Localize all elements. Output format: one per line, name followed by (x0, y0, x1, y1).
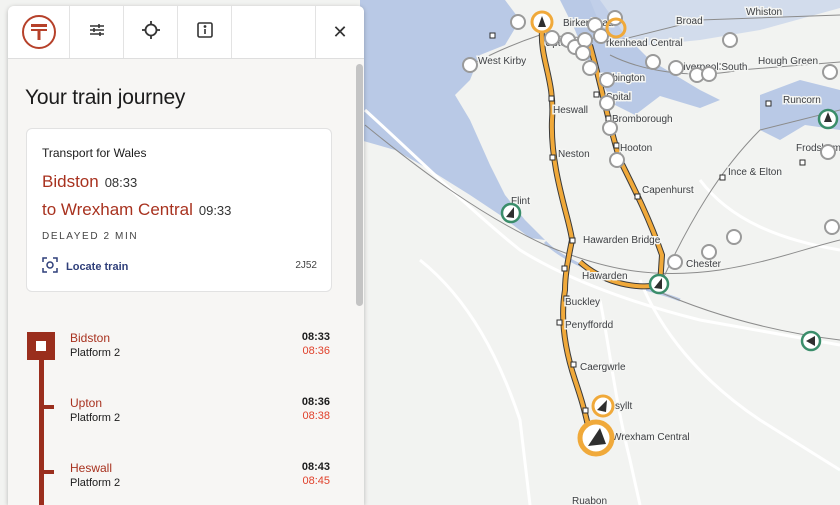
stop-scheduled-time: 08:33 (301, 331, 330, 343)
map-label-caergwrle: Caergwrle (580, 362, 626, 373)
filters-button[interactable] (70, 6, 124, 58)
map-label-whiston: Whiston (746, 7, 782, 18)
stops-timeline: Bidston Platform 2 08:33 08:36 Upton Pla… (8, 306, 358, 505)
map-label-gwersyllt: syllt (615, 401, 632, 412)
map-label-heswall: Heswall (553, 105, 588, 116)
stop-platform: Platform 2 (70, 347, 121, 359)
map-label-broad-green: Broad (676, 16, 703, 27)
destination-station: to Wrexham Central (42, 200, 193, 219)
stop-name: Bidston (70, 331, 111, 345)
map-label-hooton: Hooton (620, 143, 652, 154)
toolbar-spacer (232, 6, 316, 58)
train-code: 2J52 (295, 260, 317, 271)
map-label-hawarden-bridge: Hawarden Bridge (583, 235, 661, 246)
stop-tick (44, 405, 54, 409)
stop-expected-time: 08:45 (302, 475, 330, 487)
info-icon (196, 21, 213, 43)
map-label-hough-green: Hough Green (758, 56, 818, 67)
origin-stop-marker (27, 332, 55, 360)
locate-me-button[interactable] (124, 6, 178, 58)
stop-scheduled-time: 08:36 (301, 396, 330, 408)
destination-time: 09:33 (198, 203, 232, 218)
map-label-neston: Neston (558, 149, 590, 160)
stop-name: Heswall (70, 461, 113, 475)
locate-target-icon (42, 257, 58, 276)
gwersyllt-marker[interactable] (591, 394, 615, 418)
delay-status: DELAYED 2 MIN (42, 231, 139, 242)
journey-summary-card: Transport for Wales Bidston 08:33 to Wrex… (26, 128, 332, 292)
origin-row: Bidston 08:33 (42, 172, 137, 192)
stop-expected-time: 08:38 (302, 410, 330, 422)
stop-platform: Platform 2 (70, 412, 121, 424)
map-label-bromborough: Bromborough (612, 114, 673, 125)
close-icon: ✕ (332, 21, 348, 42)
map-label-ruabon: Ruabon (572, 496, 607, 505)
map-label-ince-elton: Ince & Elton (728, 167, 782, 178)
map-label-west-kirby: West Kirby (478, 56, 526, 67)
info-button[interactable] (178, 6, 232, 58)
locate-train-button[interactable]: Locate train (42, 257, 128, 276)
stop-scheduled-time: 08:43 (301, 461, 330, 473)
active-train-marker[interactable] (577, 419, 615, 457)
tfw-logo-icon (21, 15, 56, 49)
page-title: Your train journey (25, 86, 186, 109)
origin-station: Bidston (42, 172, 99, 191)
panel-toolbar: ✕ (8, 6, 364, 59)
crosshair-icon (141, 20, 160, 44)
journey-panel: ✕ Your train journey Transport for Wales… (8, 6, 364, 505)
stop-expected-time: 08:36 (302, 345, 330, 357)
journey-origin-marker[interactable] (530, 10, 554, 34)
stop-name: Upton (70, 396, 103, 410)
timeline-line (39, 336, 44, 505)
map-label-capenhurst: Capenhurst (642, 185, 694, 196)
map-label-penyffordd: Penyffordd (565, 320, 613, 331)
panel-scrollbar[interactable] (356, 64, 363, 306)
stop-platform: Platform 2 (70, 477, 121, 489)
map-label-birkenhead-central: rkenhead Central (606, 38, 683, 49)
close-button[interactable]: ✕ (316, 6, 364, 58)
operator-name: Transport for Wales (42, 146, 147, 160)
map-label-wrexham-central: Wrexham Central (612, 432, 690, 443)
sliders-icon (89, 23, 105, 42)
map-label-hawarden: Hawarden (582, 271, 628, 282)
map-label-runcorn: Runcorn (783, 95, 821, 106)
map-label-chester: Chester (686, 259, 722, 270)
home-button[interactable] (8, 6, 70, 58)
map-label-buckley: Buckley (565, 297, 600, 308)
origin-time: 08:33 (104, 175, 138, 190)
locate-train-label: Locate train (66, 260, 129, 273)
stop-tick (44, 470, 54, 474)
destination-row: to Wrexham Central 09:33 (42, 200, 231, 220)
